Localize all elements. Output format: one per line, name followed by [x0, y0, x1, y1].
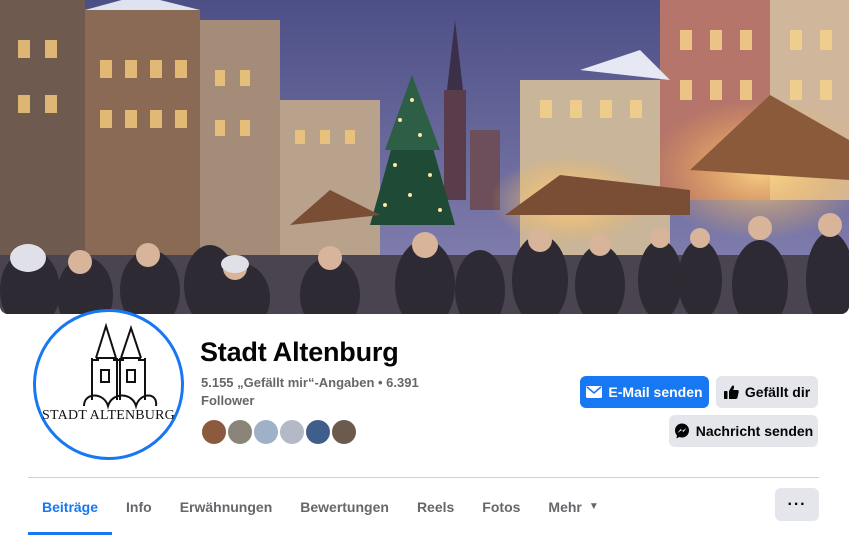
message-button-label: Nachricht senden [695, 423, 814, 439]
email-button[interactable]: E-Mail senden [580, 376, 709, 408]
page-title: Stadt Altenburg [200, 337, 399, 367]
tab-label: Bewertungen [300, 498, 389, 515]
message-button[interactable]: Nachricht senden [669, 415, 818, 447]
friend-avatar[interactable] [330, 418, 358, 446]
tab-posts[interactable]: Beiträge [28, 478, 113, 535]
friend-avatar[interactable] [304, 418, 332, 446]
tab-reels[interactable]: Reels [403, 478, 468, 535]
email-button-label: E-Mail senden [608, 384, 703, 400]
like-button-label: Gefällt dir [744, 384, 811, 400]
christmas-market-image [0, 0, 849, 314]
tab-label: Info [126, 498, 152, 515]
tab-info[interactable]: Info [112, 478, 166, 535]
friend-avatar[interactable] [278, 418, 306, 446]
like-button[interactable]: Gefällt dir [716, 376, 818, 408]
friend-avatar[interactable] [252, 418, 280, 446]
likes-count-link[interactable]: 5.155 „Gefällt mir“-Angaben • 6.391 [201, 374, 461, 392]
tab-label: Erwähnungen [179, 498, 273, 515]
friend-avatar[interactable] [226, 418, 254, 446]
tab-label: Mehr [548, 498, 582, 515]
messenger-icon [674, 423, 690, 439]
tab-reviews[interactable]: Bewertungen [286, 478, 403, 535]
more-options-button[interactable]: ··· [775, 488, 819, 521]
ellipsis-icon: ··· [787, 495, 807, 513]
friend-avatars[interactable] [200, 418, 360, 448]
tab-label: Reels [416, 498, 455, 515]
caret-down-icon: ▼ [588, 501, 599, 512]
tab-label: Beiträge [42, 498, 99, 515]
tab-photos[interactable]: Fotos [468, 478, 534, 535]
page-tabs: Beiträge Info Erwähnungen Bewertungen Re… [28, 478, 613, 535]
profile-picture[interactable]: STADT ALTENBURG [33, 309, 184, 460]
tab-label: Fotos [482, 498, 521, 515]
city-logo-icon [83, 322, 158, 410]
tab-mentions[interactable]: Erwähnungen [166, 478, 287, 535]
page-stats: 5.155 „Gefällt mir“-Angaben • 6.391 Foll… [201, 374, 461, 410]
followers-label[interactable]: Follower [201, 392, 461, 410]
thumbs-up-icon [723, 385, 739, 399]
mail-icon [586, 386, 603, 398]
friend-avatar[interactable] [200, 418, 228, 446]
cover-photo[interactable] [0, 0, 849, 314]
city-logo-text: STADT ALTENBURG [42, 408, 175, 423]
facebook-page-header: STADT ALTENBURG Stadt Altenburg 5.155 „G… [0, 0, 849, 537]
tab-more[interactable]: Mehr ▼ [534, 478, 612, 535]
